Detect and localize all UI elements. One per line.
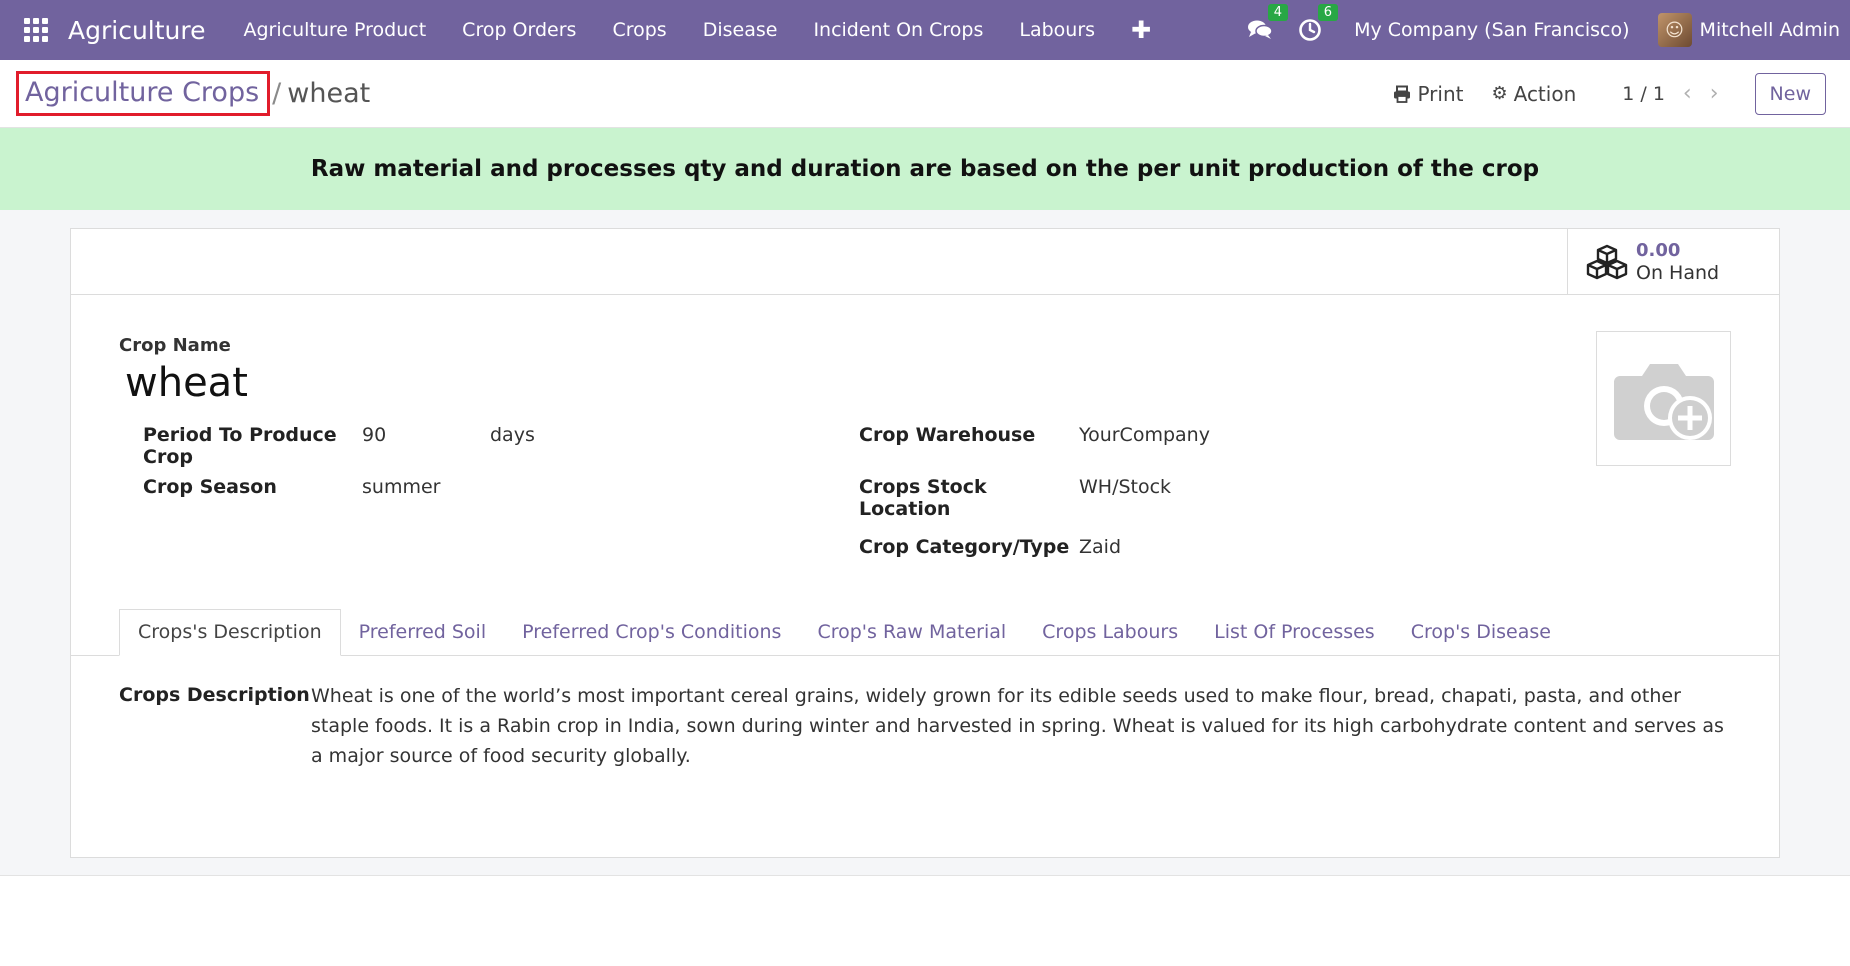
menu-crop-orders[interactable]: Crop Orders [444, 19, 594, 41]
breadcrumb-separator: / [272, 78, 282, 109]
clock-icon [1299, 19, 1321, 41]
tab-crops-disease[interactable]: Crop's Disease [1393, 621, 1569, 655]
control-actions: Print ⚙ Action 1 / 1 ‹ › New [1365, 72, 1826, 115]
tab-list-of-processes[interactable]: List Of Processes [1196, 621, 1393, 655]
main-menu: Agriculture Product Crop Orders Crops Di… [226, 16, 1170, 44]
activities-badge: 6 [1317, 4, 1339, 21]
crop-image-upload[interactable] [1596, 331, 1731, 466]
period-field[interactable]: 90 [362, 424, 490, 446]
cubes-icon [1586, 244, 1628, 280]
warehouse-label: Crop Warehouse [859, 424, 1036, 446]
description-label: Crops Description [119, 684, 310, 706]
pager-value[interactable]: 1 / 1 [1622, 83, 1665, 105]
tab-crops-description[interactable]: Crops's Description [119, 609, 341, 656]
messages-button[interactable]: 4 [1246, 4, 1289, 44]
tab-content-description: Crops Description Wheat is one of the wo… [71, 656, 1779, 771]
stock-location-label: Crops Stock Location [859, 476, 987, 520]
chat-icon [1248, 20, 1273, 39]
pager-previous-icon[interactable]: ‹ [1683, 81, 1692, 106]
breadcrumb-current: wheat [287, 78, 371, 109]
warehouse-field[interactable]: YourCompany [1079, 424, 1210, 446]
description-field[interactable]: Wheat is one of the world’s most importa… [311, 681, 1731, 771]
on-hand-text: 0.00 On Hand [1636, 239, 1719, 285]
menu-agriculture-product[interactable]: Agriculture Product [226, 19, 445, 41]
control-panel: Agriculture Crops / wheat Print ⚙ Action… [0, 60, 1850, 128]
on-hand-value: 0.00 [1636, 240, 1681, 261]
button-box: 0.00 On Hand [71, 229, 1779, 295]
menu-incident-on-crops[interactable]: Incident On Crops [795, 19, 1001, 41]
notebook-tabs: Crops's Description Preferred Soil Prefe… [71, 608, 1779, 656]
period-row: Period To Produce Crop 90 days [119, 424, 859, 476]
tab-preferred-conditions[interactable]: Preferred Crop's Conditions [504, 621, 799, 655]
menu-disease[interactable]: Disease [685, 19, 796, 41]
period-label: Period To Produce Crop [143, 424, 337, 468]
on-hand-smart-button[interactable]: 0.00 On Hand [1567, 229, 1779, 295]
tab-preferred-soil[interactable]: Preferred Soil [341, 621, 505, 655]
season-label: Crop Season [143, 476, 277, 498]
category-row: Crop Category/Type Zaid [859, 528, 1599, 588]
period-unit: days [490, 424, 535, 446]
alert-text: Raw material and processes qty and durat… [310, 156, 1540, 182]
form-body: Crop Name wheat Period To Produce Crop 9… [71, 295, 1779, 588]
apps-grid-icon[interactable] [24, 18, 48, 42]
user-menu[interactable]: ☺ Mitchell Admin [1657, 13, 1840, 47]
stock-location-field[interactable]: WH/Stock [1079, 476, 1171, 498]
form-view: 0.00 On Hand Crop Name wheat Period To P… [0, 210, 1850, 876]
camera-add-icon [1613, 363, 1714, 440]
form-groups: Period To Produce Crop 90 days Crop Seas… [119, 424, 1731, 588]
new-button[interactable]: New [1754, 72, 1826, 115]
activities-button[interactable]: 6 [1296, 4, 1339, 44]
print-icon [1394, 85, 1411, 103]
left-group: Period To Produce Crop 90 days Crop Seas… [119, 424, 859, 588]
pager-next-icon[interactable]: › [1710, 81, 1719, 106]
tab-raw-material[interactable]: Crop's Raw Material [799, 621, 1024, 655]
print-label: Print [1417, 81, 1464, 106]
category-field[interactable]: Zaid [1079, 536, 1121, 558]
stock-location-row: Crops Stock Location WH/Stock [859, 476, 1599, 528]
action-button[interactable]: ⚙ Action [1491, 82, 1576, 106]
navbar-systray: 4 6 My Company (San Francisco) ☺ Mitchel… [1246, 0, 1850, 60]
breadcrumb: Agriculture Crops / wheat [16, 71, 370, 116]
company-switcher[interactable]: My Company (San Francisco) [1354, 19, 1629, 41]
crop-name-field[interactable]: wheat [125, 360, 1731, 406]
avatar: ☺ [1657, 13, 1692, 47]
info-alert: Raw material and processes qty and durat… [0, 128, 1850, 210]
on-hand-label: On Hand [1636, 262, 1720, 284]
messages-badge: 4 [1267, 4, 1289, 21]
gear-icon: ⚙ [1491, 83, 1508, 104]
season-row: Crop Season summer [119, 476, 859, 528]
print-button[interactable]: Print [1393, 82, 1463, 106]
menu-crops[interactable]: Crops [594, 19, 684, 41]
warehouse-row: Crop Warehouse YourCompany [859, 424, 1599, 476]
action-label: Action [1513, 81, 1577, 106]
crop-name-label: Crop Name [119, 335, 231, 356]
breadcrumb-parent-link[interactable]: Agriculture Crops [16, 71, 271, 116]
menu-labours[interactable]: Labours [1001, 19, 1113, 41]
category-label: Crop Category/Type [859, 536, 1070, 558]
tab-crops-labours[interactable]: Crops Labours [1024, 621, 1196, 655]
top-navbar: Agriculture Agriculture Product Crop Ord… [0, 0, 1850, 60]
season-field[interactable]: summer [362, 476, 490, 498]
user-name: Mitchell Admin [1699, 19, 1840, 41]
form-sheet: 0.00 On Hand Crop Name wheat Period To P… [70, 228, 1780, 858]
app-name[interactable]: Agriculture [68, 16, 206, 45]
right-group: Crop Warehouse YourCompany Crops Stock L… [859, 424, 1599, 588]
plus-icon[interactable]: ✚ [1113, 16, 1169, 44]
